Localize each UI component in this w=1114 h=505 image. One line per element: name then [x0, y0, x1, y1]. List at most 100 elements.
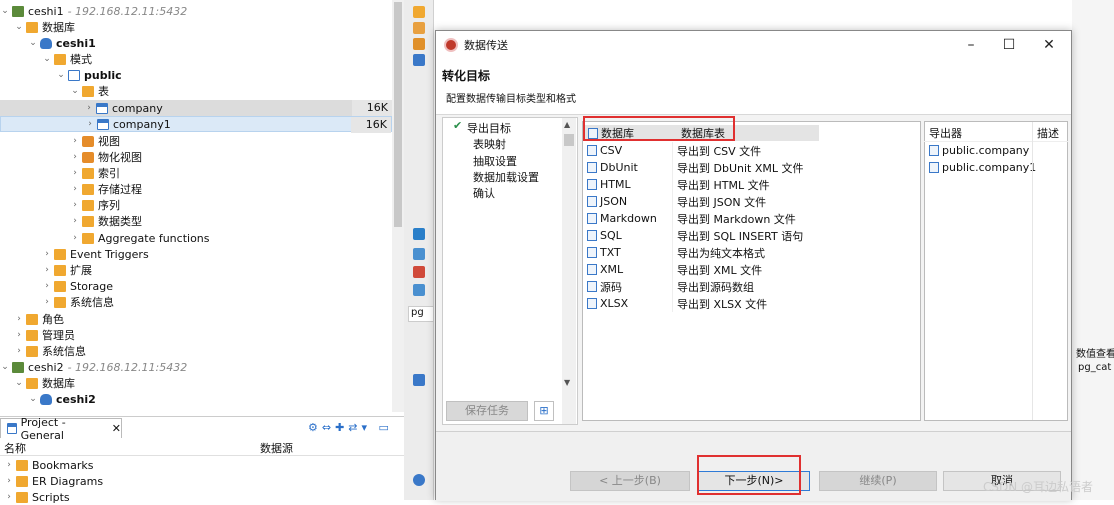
- exporter-header: 导出器: [929, 127, 962, 140]
- scroll-up-icon[interactable]: ▲: [564, 120, 570, 129]
- format-row[interactable]: SQL 导出到 SQL INSERT 语句: [583, 227, 922, 244]
- view-icon: [82, 151, 94, 163]
- minimize-button[interactable]: –: [956, 35, 986, 55]
- exporter-list: 导出器 描述 public.company public.company1: [924, 121, 1068, 421]
- tree-extensions[interactable]: › 扩展: [0, 262, 392, 278]
- file-format-icon: [587, 179, 597, 190]
- maximize-button[interactable]: ☐: [994, 35, 1024, 55]
- format-row[interactable]: Markdown 导出到 Markdown 文件: [583, 210, 922, 227]
- folder-icon: [54, 296, 66, 308]
- continue-button[interactable]: 继续(P): [819, 471, 937, 491]
- steps-scrollbar[interactable]: ▲ ▼: [562, 118, 576, 424]
- format-row[interactable]: XLSX 导出到 XLSX 文件: [583, 295, 922, 312]
- step-confirm[interactable]: 确认: [473, 185, 495, 201]
- format-row[interactable]: XML 导出到 XML 文件: [583, 261, 922, 278]
- folder-icon: [82, 199, 94, 211]
- tree-sysinfo1[interactable]: › 系统信息: [0, 294, 392, 310]
- table-icon: [97, 118, 109, 130]
- format-row[interactable]: CSV 导出到 CSV 文件: [583, 142, 922, 159]
- steps-scrollbar-thumb[interactable]: [564, 134, 574, 146]
- tree-conn-ceshi1[interactable]: ⌄ ceshi1- 192.168.12.11:5432: [0, 3, 392, 19]
- tree-views[interactable]: › 视图: [0, 133, 392, 149]
- file-format-icon: [587, 196, 597, 207]
- file-format-icon: [587, 213, 597, 224]
- file-format-icon: [587, 162, 597, 173]
- value-viewer-label: 数值查看: [1076, 349, 1114, 360]
- tree-db-ceshi2[interactable]: ⌄ ceshi2: [0, 391, 392, 407]
- close-button[interactable]: ✕: [1034, 35, 1064, 55]
- project-item-scripts[interactable]: › Scripts: [0, 489, 404, 505]
- watermark: CSDN @耳边私语者: [983, 480, 1094, 494]
- project-item-bookmarks[interactable]: › Bookmarks: [0, 457, 404, 473]
- close-icon[interactable]: ✕: [112, 422, 121, 435]
- dialog-header: 转化目标 配置数据传输目标类型和格式: [436, 59, 1071, 115]
- tree-aggfuncs[interactable]: › Aggregate functions: [0, 230, 392, 246]
- project-tab[interactable]: Project - General ✕: [0, 416, 122, 442]
- folder-icon: [16, 491, 28, 503]
- format-row[interactable]: HTML 导出到 HTML 文件: [583, 176, 922, 193]
- step-load-settings[interactable]: 数据加载设置: [473, 169, 539, 185]
- delete-icon[interactable]: [413, 266, 425, 278]
- navigator-tree: ⌄ ceshi1- 192.168.12.11:5432 ⌄ 数据库 ⌄ ceshi1…: [0, 0, 392, 412]
- format-row[interactable]: TXT 导出为纯文本格式: [583, 244, 922, 261]
- tree-indexes[interactable]: › 索引: [0, 165, 392, 181]
- project-toolbar-icons[interactable]: ⚙⇔✚⇄▾ ▭: [308, 421, 400, 435]
- exporter-row[interactable]: public.company1: [925, 159, 1069, 176]
- tree-scrollbar-thumb[interactable]: [394, 2, 402, 227]
- table-icon: [929, 162, 939, 173]
- connection-icon: [12, 361, 24, 373]
- tree-mviews[interactable]: › 物化视图: [0, 149, 392, 165]
- format-row[interactable]: JSON 导出到 JSON 文件: [583, 193, 922, 210]
- tree-roles[interactable]: › 角色: [0, 311, 392, 327]
- tree-databases[interactable]: ⌄ 数据库: [0, 19, 392, 35]
- tree-schema-public[interactable]: ⌄ public: [0, 67, 392, 83]
- connection-icon: [12, 5, 24, 17]
- script-icon[interactable]: [413, 38, 425, 50]
- exporter-row[interactable]: public.company: [925, 142, 1069, 159]
- prev-button[interactable]: < 上一步(B): [570, 471, 690, 491]
- value-viewer-value: pg_cat: [1078, 362, 1112, 373]
- tree-conn-ceshi2[interactable]: ⌄ ceshi2- 192.168.12.11:5432: [0, 359, 392, 375]
- run-icon[interactable]: [413, 6, 425, 18]
- step-extract-settings[interactable]: 抽取设置: [473, 153, 517, 169]
- explain-icon[interactable]: [413, 22, 425, 34]
- settings-icon[interactable]: [413, 228, 425, 240]
- folder-icon: [16, 475, 28, 487]
- tree-schemas[interactable]: ⌄ 模式: [0, 51, 392, 67]
- file-format-icon: [587, 230, 597, 241]
- tree-db-ceshi1[interactable]: ⌄ ceshi1: [0, 35, 392, 51]
- format-icon[interactable]: [413, 54, 425, 66]
- view-icon: [82, 135, 94, 147]
- scroll-down-icon[interactable]: ▼: [564, 378, 570, 387]
- step-export-target[interactable]: 导出目标: [467, 120, 511, 136]
- save-icon[interactable]: [413, 284, 425, 296]
- tree-event-triggers[interactable]: › Event Triggers: [0, 246, 392, 262]
- tree-procs[interactable]: › 存储过程: [0, 181, 392, 197]
- tree-datatypes[interactable]: › 数据类型: [0, 213, 392, 229]
- folder-icon: [82, 183, 94, 195]
- chart-icon[interactable]: [413, 474, 425, 486]
- tree-table-company[interactable]: › company 16K: [0, 100, 392, 116]
- tree-sysinfo2[interactable]: › 系统信息: [0, 343, 392, 359]
- task-config-icon[interactable]: ⊞: [534, 401, 554, 421]
- save-task-button[interactable]: 保存任务: [446, 401, 528, 421]
- tree-admins[interactable]: › 管理员: [0, 327, 392, 343]
- tree-sequences[interactable]: › 序列: [0, 197, 392, 213]
- grid-icon[interactable]: [413, 374, 425, 386]
- format-row[interactable]: DbUnit 导出到 DbUnit XML 文件: [583, 159, 922, 176]
- folder-icon: [54, 280, 66, 292]
- project-item-er-diagrams[interactable]: › ER Diagrams: [0, 473, 404, 489]
- exporter-column-separator: [1032, 122, 1033, 420]
- folder-icon: [26, 21, 38, 33]
- step-table-mapping[interactable]: 表映射: [473, 136, 506, 152]
- table-icon: [929, 145, 939, 156]
- export-icon[interactable]: [413, 248, 425, 260]
- tree-table-company1[interactable]: › company1 16K: [0, 116, 392, 133]
- dbeaver-icon: [444, 38, 458, 52]
- tree-storage[interactable]: › Storage: [0, 278, 392, 294]
- tree-tables[interactable]: ⌄ 表: [0, 83, 392, 99]
- format-row[interactable]: 源码 导出到源码数组: [583, 278, 922, 295]
- tree-databases2[interactable]: ⌄ 数据库: [0, 375, 392, 391]
- result-tab[interactable]: pg: [408, 306, 434, 322]
- database-icon: [40, 37, 52, 49]
